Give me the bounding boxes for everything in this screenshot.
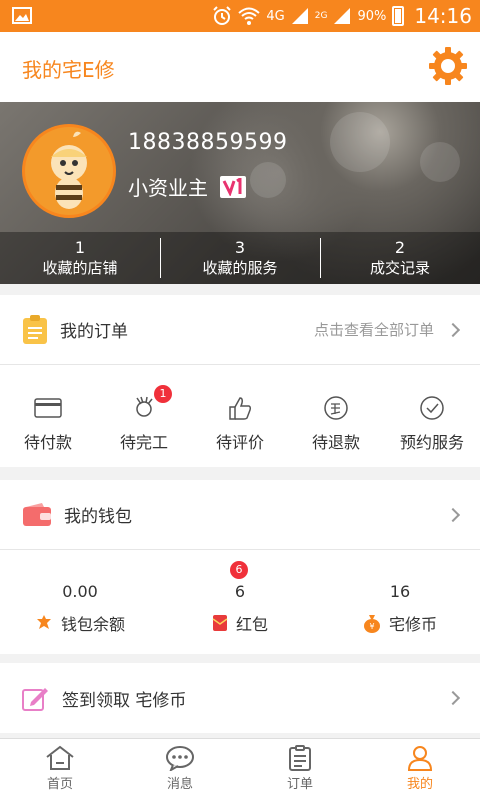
avatar[interactable]: [22, 124, 116, 218]
coin-bag-icon: ¥: [363, 615, 380, 633]
bee-mascot-icon: [51, 131, 87, 209]
tab-messages[interactable]: 消息: [120, 739, 240, 800]
battery-icon: [392, 6, 405, 26]
edit-icon: [22, 688, 48, 711]
battery-percent: 90%: [357, 8, 387, 24]
coins-label: 宅修币: [388, 615, 437, 634]
user-nickname: 小资业主: [128, 176, 208, 200]
wifi-icon: [238, 7, 261, 25]
verified-badge-icon: [220, 175, 246, 198]
wallet-balance-value: 0.00: [62, 582, 98, 601]
tab-label: 我的: [406, 777, 433, 792]
tab-profile[interactable]: 我的: [360, 739, 480, 800]
refund-icon: [322, 395, 350, 421]
page-title: 我的宅E修: [22, 58, 115, 82]
wallet-section: 我的钱包 0.00 钱包余额 6 6 红包 16 ¥ 宅修币: [0, 480, 480, 654]
clipboard-icon: [23, 314, 47, 344]
chevron-right-icon: [445, 322, 461, 337]
checkin-row[interactable]: 签到领取 宅修币: [0, 663, 480, 733]
wallet-header[interactable]: 我的钱包: [0, 480, 480, 550]
tab-orders[interactable]: 订单: [240, 739, 360, 800]
svg-text:¥: ¥: [369, 622, 374, 631]
order-pending-review[interactable]: 待评价: [192, 365, 288, 467]
wallet-balance-label: 钱包余额: [60, 615, 125, 634]
red-packet-icon: [212, 615, 228, 631]
sim2-type: 2G: [314, 11, 328, 21]
view-all-orders-link[interactable]: 点击查看全部订单: [314, 319, 434, 340]
bottom-tab-bar: 首页 消息 订单 我的: [0, 738, 480, 800]
profile-banner: 18838859599 小资业主 1 收藏的店铺 3 收藏的服务 2 成交记录: [0, 102, 480, 284]
notification-badge: 1: [154, 385, 172, 403]
clock: 14:16: [414, 4, 472, 28]
wallet-summary: 0.00 钱包余额 6 6 红包 16 ¥ 宅修币: [0, 550, 480, 654]
order-pending-refund[interactable]: 待退款: [288, 365, 384, 467]
stat-favorite-shops[interactable]: 1 收藏的店铺: [0, 232, 160, 284]
order-pending-payment[interactable]: 待付款: [0, 365, 96, 467]
user-phone: 18838859599: [128, 130, 288, 155]
profile-stats: 1 收藏的店铺 3 收藏的服务 2 成交记录: [0, 232, 480, 284]
tab-label: 消息: [166, 777, 193, 792]
gallery-icon: [12, 7, 32, 24]
notification-badge: 6: [230, 561, 248, 579]
checkin-section: 签到领取 宅修币: [0, 663, 480, 733]
card-icon: [34, 395, 62, 421]
network-type: 4G: [266, 8, 285, 24]
signal-sim1-icon: [291, 8, 308, 24]
bokeh-decoration: [420, 142, 460, 182]
orders-header[interactable]: 我的订单 点击查看全部订单: [0, 295, 480, 365]
user-nickname-row: 小资业主: [128, 172, 246, 201]
wallet-red-packet[interactable]: 6 6 红包: [160, 550, 320, 654]
stat-value: 3: [234, 238, 246, 257]
order-item-label: 待完工: [119, 433, 168, 452]
alarm-icon: [213, 6, 232, 25]
order-icon: [289, 745, 311, 771]
coins-value: 16: [389, 582, 411, 601]
wallet-icon: [23, 502, 51, 526]
red-packet-value: 6: [234, 582, 246, 601]
order-item-label: 待评价: [215, 433, 264, 452]
wallet-title: 我的钱包: [64, 507, 132, 527]
balance-icon: [36, 615, 51, 629]
tab-label: 订单: [286, 777, 313, 792]
tab-home[interactable]: 首页: [0, 739, 120, 800]
bokeh-decoration: [250, 162, 286, 198]
order-pending-completion[interactable]: 1 待完工: [96, 365, 192, 467]
clock-icon: [418, 395, 446, 421]
stat-deal-records[interactable]: 2 成交记录: [320, 232, 480, 284]
stat-value: 1: [74, 238, 86, 257]
order-item-label: 待付款: [23, 433, 72, 452]
status-bar: 4G 2G 90% 14:16: [0, 0, 480, 32]
bokeh-decoration: [330, 112, 390, 172]
stat-favorite-services[interactable]: 3 收藏的服务: [160, 232, 320, 284]
app-bar: 我的宅E修: [0, 32, 480, 102]
chevron-right-icon: [445, 507, 461, 522]
stat-label: 收藏的服务: [202, 259, 278, 277]
stat-label: 收藏的店铺: [42, 259, 118, 277]
thumb-up-icon: [226, 395, 254, 421]
order-status-list: 待付款 1 待完工 待评价 待退款 预约服务: [0, 365, 480, 467]
orders-section: 我的订单 点击查看全部订单 待付款 1 待完工 待评价 待退款 预约服务: [0, 295, 480, 467]
order-item-label: 预约服务: [399, 433, 464, 452]
order-item-label: 待退款: [311, 433, 360, 452]
home-icon: [46, 745, 74, 770]
checkin-title: 签到领取 宅修币: [62, 690, 187, 711]
red-packet-label: 红包: [235, 615, 268, 634]
chevron-right-icon: [445, 690, 461, 706]
gear-icon[interactable]: [428, 46, 468, 86]
wallet-coins[interactable]: 16 ¥ 宅修币: [320, 550, 480, 654]
order-booked-service[interactable]: 预约服务: [384, 365, 480, 467]
orders-title: 我的订单: [60, 322, 128, 342]
message-icon: [166, 746, 194, 771]
stat-label: 成交记录: [369, 259, 430, 277]
stat-value: 2: [394, 238, 406, 257]
tab-label: 首页: [46, 777, 73, 792]
wallet-balance[interactable]: 0.00 钱包余额: [0, 550, 160, 654]
hand-ok-icon: [130, 395, 158, 421]
profile-icon: [407, 746, 433, 771]
signal-sim2-icon: [334, 8, 351, 24]
